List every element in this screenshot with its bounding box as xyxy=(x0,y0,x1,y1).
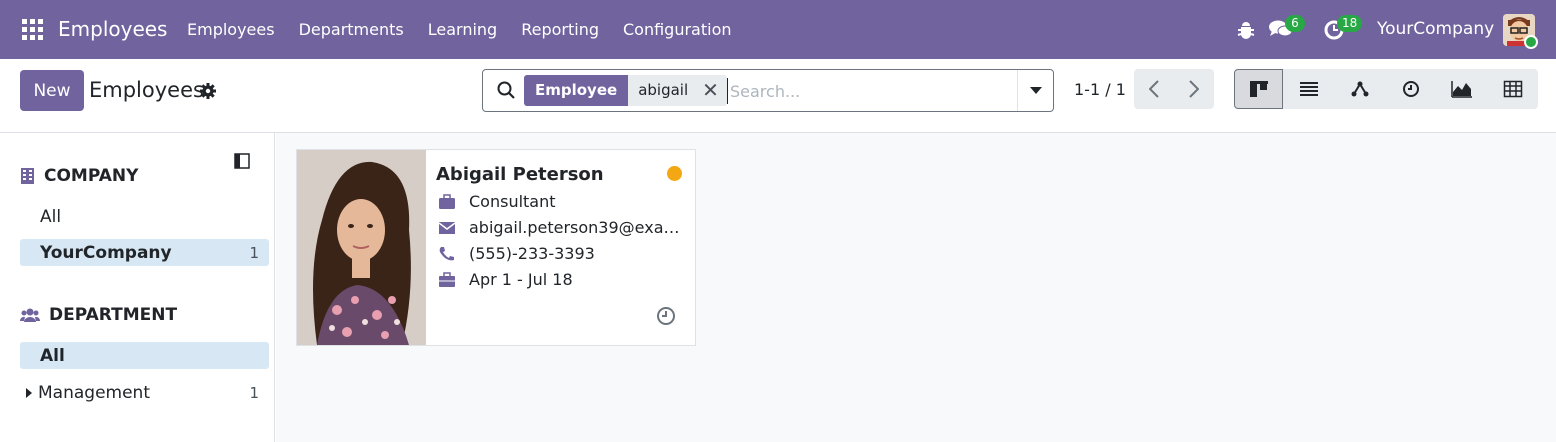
employee-dates-row: Apr 1 - Jul 18 xyxy=(438,270,573,289)
sidebar-item-department-all[interactable]: All xyxy=(20,342,269,369)
search-input[interactable] xyxy=(727,78,1007,104)
sidebar-item-label: All xyxy=(40,206,62,227)
phone-icon xyxy=(439,246,454,260)
table-icon xyxy=(1503,80,1522,98)
sidebar-item-label: All xyxy=(40,345,65,366)
search-panel-sidebar: COMPANY All YourCompany 1 DEPARTMENT All… xyxy=(0,133,275,442)
employee-photo xyxy=(297,150,426,345)
search-facet: Employee abigail ✕ xyxy=(524,75,727,106)
activity-view-button[interactable] xyxy=(1385,69,1436,109)
remove-facet-close-icon[interactable]: ✕ xyxy=(702,75,719,106)
sidebar-item-count: 1 xyxy=(249,383,259,402)
suitcase-icon xyxy=(439,271,455,287)
debug-bug-icon[interactable] xyxy=(1236,20,1256,40)
search-icon xyxy=(497,81,515,99)
sidebar-item-company-all[interactable]: All xyxy=(20,203,269,230)
sidebar-item-yourcompany[interactable]: YourCompany 1 xyxy=(20,239,269,266)
search-options-toggle[interactable] xyxy=(1017,70,1054,111)
main-menu: Employees Departments Learning Reporting… xyxy=(187,20,732,39)
department-section-title: DEPARTMENT xyxy=(49,305,178,325)
online-status-dot xyxy=(1524,35,1538,49)
control-panel: New Employees Employee abigail ✕ Search.… xyxy=(0,59,1556,133)
employee-dates: Apr 1 - Jul 18 xyxy=(469,270,573,289)
menu-reporting[interactable]: Reporting xyxy=(521,20,599,39)
new-button[interactable]: New xyxy=(20,70,84,111)
pivot-view-button[interactable] xyxy=(1487,69,1538,109)
view-switcher xyxy=(1234,69,1538,109)
building-icon xyxy=(21,168,34,184)
sidebar-item-label-wrap: Management xyxy=(26,383,150,403)
presence-status-dot xyxy=(667,166,682,181)
caret-right-icon[interactable] xyxy=(26,387,32,398)
pager-next-button[interactable] xyxy=(1174,69,1214,109)
menu-departments[interactable]: Departments xyxy=(299,20,404,39)
graph-view-button[interactable] xyxy=(1436,69,1487,109)
caret-down-icon xyxy=(1030,86,1042,94)
area-chart-icon xyxy=(1450,81,1472,98)
menu-configuration[interactable]: Configuration xyxy=(623,20,732,39)
kanban-view-button[interactable] xyxy=(1234,69,1283,109)
activities-count-badge: 18 xyxy=(1337,15,1363,32)
employee-email-row: abigail.peterson39@exa… xyxy=(438,218,680,237)
gear-icon[interactable] xyxy=(200,83,216,99)
messages-count-badge: 6 xyxy=(1285,15,1305,32)
sidebar-item-management[interactable]: Management 1 xyxy=(20,379,269,406)
menu-employees[interactable]: Employees xyxy=(187,20,275,39)
chevron-left-icon xyxy=(1149,80,1159,98)
employee-name: Abigail Peterson xyxy=(436,164,604,185)
kanban-icon xyxy=(1249,81,1268,97)
employee-phone-row: (555)-233-3393 xyxy=(438,244,595,263)
employee-email[interactable]: abigail.peterson39@exa… xyxy=(469,218,680,237)
pager-value[interactable]: 1-1 / 1 xyxy=(1074,80,1126,99)
employee-job-row: Consultant xyxy=(438,192,556,211)
facet-field-name: Employee xyxy=(524,75,629,106)
list-icon xyxy=(1299,82,1318,96)
kanban-area: Abigail Peterson Consultant abigail.pete… xyxy=(276,133,1556,442)
clock-icon xyxy=(1402,81,1419,97)
app-title[interactable]: Employees xyxy=(58,17,167,41)
hierarchy-view-button[interactable] xyxy=(1334,69,1385,109)
activity-clock-icon[interactable] xyxy=(656,306,676,326)
users-icon xyxy=(20,308,40,322)
search-bar: Employee abigail ✕ xyxy=(482,69,1054,112)
employee-kanban-card[interactable]: Abigail Peterson Consultant abigail.pete… xyxy=(296,149,696,346)
sidebar-item-label: Management xyxy=(38,382,150,403)
company-switcher[interactable]: YourCompany xyxy=(1377,19,1494,39)
facet-value: abigail xyxy=(638,81,689,99)
top-navbar: Employees Employees Departments Learning… xyxy=(0,0,1556,59)
envelope-icon xyxy=(438,221,456,234)
breadcrumb: Employees xyxy=(89,78,204,102)
sidebar-toggle-icon[interactable] xyxy=(234,153,250,169)
menu-learning[interactable]: Learning xyxy=(428,20,497,39)
company-section-title: COMPANY xyxy=(44,166,139,186)
company-section-header: COMPANY xyxy=(20,166,138,186)
apps-grid-icon[interactable] xyxy=(22,19,43,40)
facet-value-wrap: abigail ✕ xyxy=(628,75,727,106)
department-section-header: DEPARTMENT xyxy=(20,305,177,325)
sidebar-item-count: 1 xyxy=(249,243,259,262)
hierarchy-icon xyxy=(1351,81,1368,97)
employee-job-title: Consultant xyxy=(469,192,556,211)
chevron-right-icon xyxy=(1189,80,1199,98)
pager-previous-button[interactable] xyxy=(1134,69,1174,109)
employee-phone[interactable]: (555)-233-3393 xyxy=(469,244,595,263)
sidebar-item-label: YourCompany xyxy=(40,242,172,263)
list-view-button[interactable] xyxy=(1283,69,1334,109)
briefcase-icon xyxy=(439,193,455,209)
